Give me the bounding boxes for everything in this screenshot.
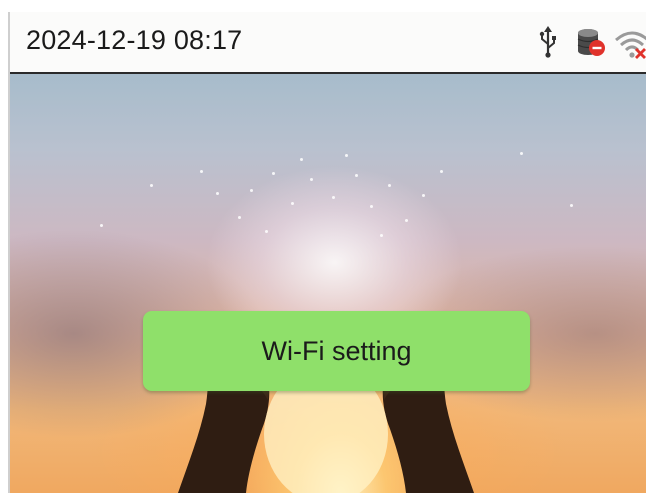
datetime-display: 2024-12-19 08:17 [26,25,243,55]
device-screen: 2024-12-19 08:17 Wi-Fi setting [8,12,646,493]
status-bar: 2024-12-19 08:17 [10,12,646,74]
wifi-disconnected-icon [615,31,646,59]
wallpaper-image: Wi-Fi setting [10,74,646,493]
wifi-setting-label: Wi-Fi setting [261,335,412,366]
wallpaper-hands [178,329,474,493]
status-icons [526,26,646,60]
server-disconnected-icon [577,29,605,56]
wifi-setting-toast: Wi-Fi setting [143,311,530,391]
usb-icon [539,26,556,58]
